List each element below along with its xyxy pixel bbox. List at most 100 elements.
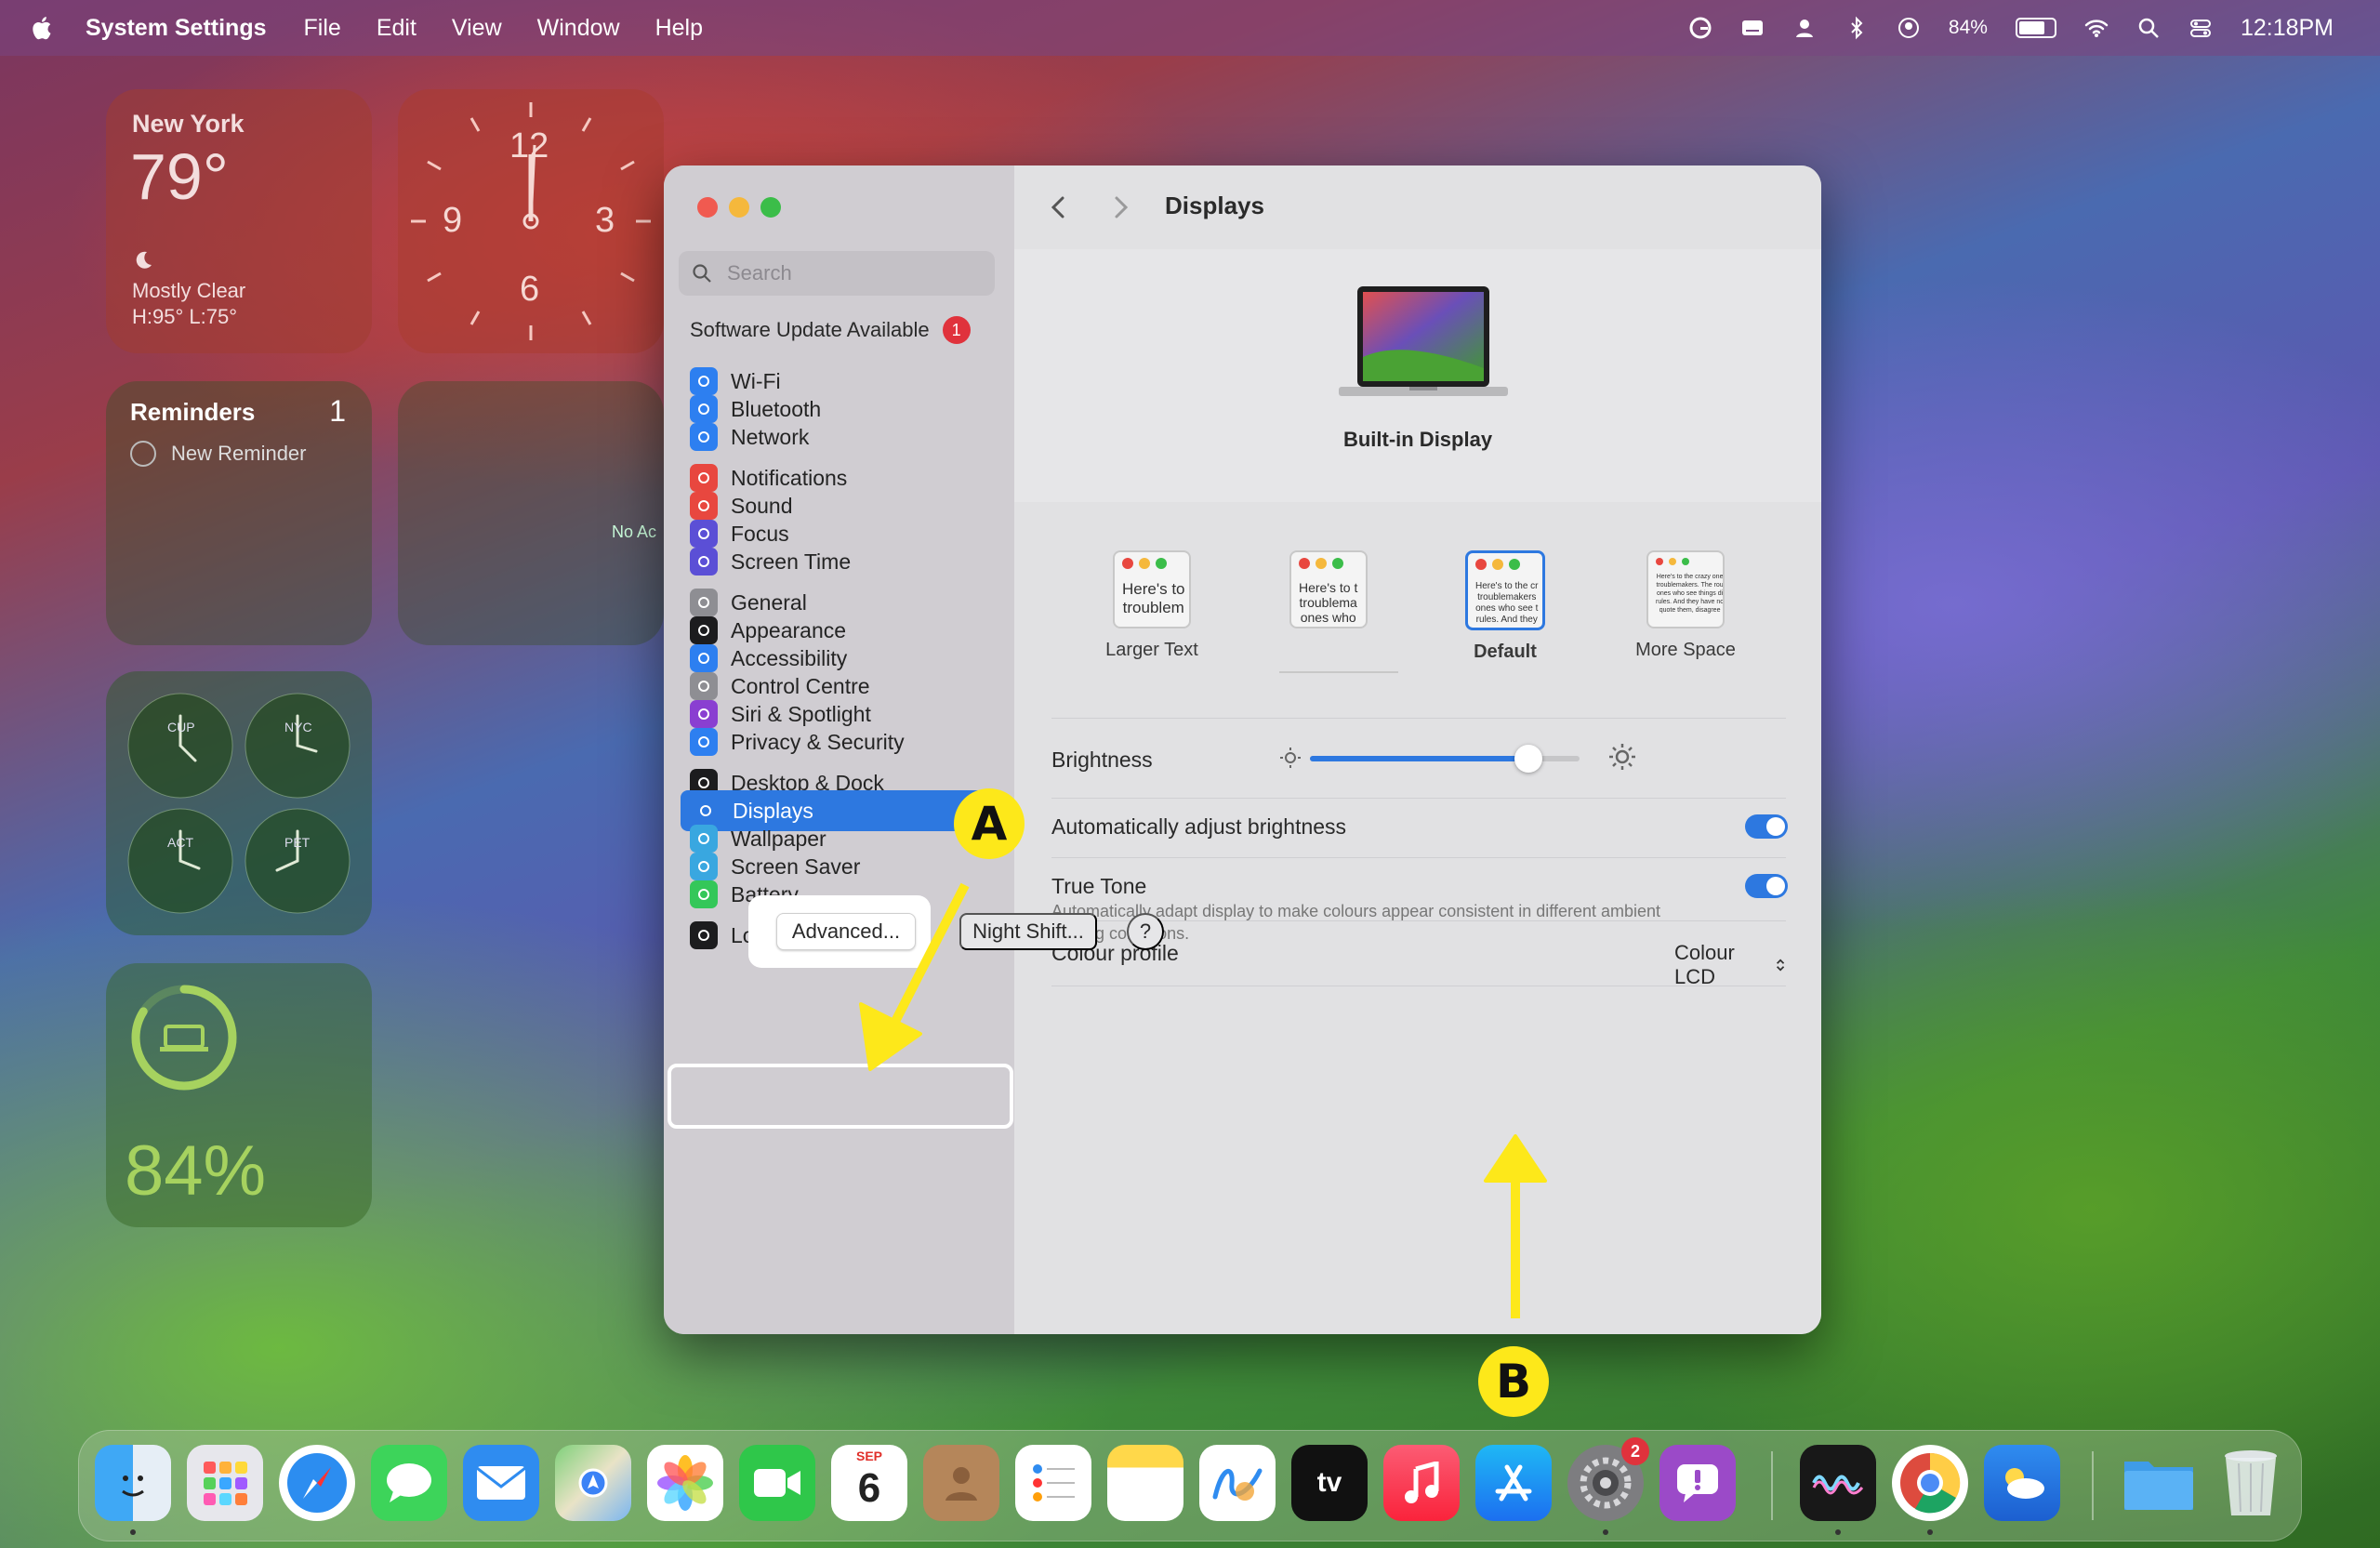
- audio-app-icon[interactable]: [1800, 1445, 1876, 1521]
- grammarly-icon[interactable]: [1688, 16, 1712, 40]
- music-icon[interactable]: [1383, 1445, 1460, 1521]
- weather-app-icon[interactable]: [1984, 1445, 2060, 1521]
- menu-window[interactable]: Window: [537, 15, 620, 42]
- keyboard-icon[interactable]: [1740, 16, 1765, 40]
- wifi-icon[interactable]: [2084, 16, 2109, 40]
- menu-file[interactable]: File: [304, 15, 341, 42]
- battery-icon[interactable]: [2015, 18, 2056, 38]
- folder-icon[interactable]: [2121, 1445, 2197, 1521]
- user-icon[interactable]: [1792, 16, 1817, 40]
- software-update-row[interactable]: Software Update Available 1: [690, 316, 971, 344]
- tv-icon[interactable]: tv: [1291, 1445, 1368, 1521]
- menu-help[interactable]: Help: [655, 15, 703, 42]
- brightness-label: Brightness: [1051, 748, 1153, 772]
- clock-number-3: 3: [595, 201, 615, 240]
- brightness-slider-fill: [1310, 756, 1528, 761]
- true-tone-label: True Tone: [1051, 874, 1147, 898]
- mail-icon[interactable]: [463, 1445, 539, 1521]
- contacts-icon[interactable]: [923, 1445, 999, 1521]
- reminder-item-label: New Reminder: [171, 442, 307, 465]
- advanced-button[interactable]: Advanced...: [776, 913, 916, 950]
- reminders-app-icon[interactable]: [1015, 1445, 1091, 1521]
- sidebar-search[interactable]: [679, 251, 995, 296]
- macbook-display-icon[interactable]: [1339, 283, 1508, 404]
- resolution-more-space[interactable]: Here's to the crazy one troublemakers. T…: [1630, 550, 1741, 661]
- resolution-option-2[interactable]: Here's to t troublema ones who: [1273, 550, 1384, 640]
- lock-icon: [690, 921, 718, 949]
- menu-edit[interactable]: Edit: [377, 15, 416, 42]
- launchpad-icon[interactable]: [187, 1445, 263, 1521]
- search-input[interactable]: [725, 260, 980, 286]
- night-shift-button[interactable]: Night Shift...: [959, 913, 1097, 950]
- sidebar-item-label: Privacy & Security: [731, 729, 905, 754]
- true-tone-toggle[interactable]: [1745, 874, 1788, 898]
- chrome-icon[interactable]: [1892, 1445, 1968, 1521]
- resolution-default[interactable]: Here's to the cr troublemakers ones who …: [1449, 550, 1561, 663]
- resolution-preview-text: Here's to t troublema ones who: [1299, 580, 1358, 625]
- resolution-preview-text: Here's to the cr troublemakers ones who …: [1475, 581, 1539, 625]
- maps-icon[interactable]: [555, 1445, 631, 1521]
- weather-high-low: H:95° L:75°: [132, 305, 237, 328]
- world-clock-widget[interactable]: CUP NYC ACT PET: [106, 671, 372, 935]
- tv-app-label: tv: [1316, 1467, 1342, 1498]
- app-store-icon[interactable]: [1475, 1445, 1552, 1521]
- notes-icon[interactable]: [1107, 1445, 1183, 1521]
- facetime-icon[interactable]: [739, 1445, 815, 1521]
- calendar-icon[interactable]: SEP 6: [831, 1445, 907, 1521]
- control-centre-icon[interactable]: [2188, 16, 2213, 40]
- close-window-button[interactable]: [697, 197, 718, 218]
- apple-menu-icon[interactable]: [30, 15, 52, 41]
- running-indicator: [1603, 1529, 1608, 1535]
- spotlight-search-icon[interactable]: [2136, 16, 2161, 40]
- minimize-window-button[interactable]: [729, 197, 749, 218]
- messages-icon[interactable]: [371, 1445, 447, 1521]
- settings-notification-badge: 2: [1621, 1437, 1649, 1465]
- search-icon: [693, 264, 711, 283]
- safari-icon[interactable]: [279, 1445, 355, 1521]
- resolution-label: Default: [1474, 642, 1537, 662]
- photos-icon[interactable]: [647, 1445, 723, 1521]
- world-clock-faces: [127, 693, 350, 914]
- brightness-slider-knob[interactable]: [1514, 745, 1542, 773]
- trash-icon[interactable]: [2213, 1445, 2289, 1521]
- sidebar-item-network[interactable]: Network: [690, 417, 1006, 457]
- dock: SEP 6 tv 2: [78, 1430, 2302, 1541]
- reminders-widget[interactable]: Reminders 1 New Reminder: [106, 381, 372, 645]
- help-button[interactable]: ?: [1127, 913, 1164, 950]
- auto-brightness-toggle[interactable]: [1745, 814, 1788, 839]
- update-badge: 1: [942, 316, 971, 344]
- weather-temperature: 79°: [130, 140, 229, 213]
- blank-widget[interactable]: No Ac: [398, 381, 664, 645]
- forward-chevron-icon[interactable]: [1107, 193, 1133, 221]
- callout-b: B: [1478, 1346, 1549, 1417]
- finder-icon[interactable]: [95, 1445, 171, 1521]
- account-circle-icon[interactable]: [1897, 16, 1921, 40]
- clock-number-9: 9: [443, 201, 463, 240]
- clock-widget[interactable]: 12 3 6 9: [398, 89, 664, 353]
- hand-icon: [690, 728, 718, 756]
- divider: [1051, 798, 1786, 799]
- colour-profile-select[interactable]: Colour LCD: [1674, 941, 1786, 989]
- app-name-menu[interactable]: System Settings: [86, 15, 267, 42]
- zoom-window-button[interactable]: [760, 197, 781, 218]
- resolution-preview-thumb: Here's to troublem: [1113, 550, 1191, 628]
- system-settings-icon[interactable]: 2: [1567, 1437, 1649, 1521]
- battery-widget[interactable]: 84%: [106, 963, 372, 1227]
- menubar-clock[interactable]: 12:18PM: [2241, 15, 2334, 42]
- sidebar-item-privacy-security[interactable]: Privacy & Security: [690, 721, 1006, 762]
- battery-ring: [131, 985, 237, 1091]
- reminder-item[interactable]: New Reminder: [130, 441, 307, 467]
- system-settings-window: Software Update Available 1 Wi-FiBluetoo…: [664, 165, 1821, 1334]
- back-chevron-icon[interactable]: [1046, 193, 1072, 221]
- sidebar-item-screen-time[interactable]: Screen Time: [690, 541, 1006, 582]
- divider: [1051, 857, 1786, 858]
- brightness-slider[interactable]: [1310, 745, 1580, 773]
- resolution-larger-text[interactable]: Here's to troublem Larger Text: [1096, 550, 1208, 661]
- menu-view[interactable]: View: [452, 15, 502, 42]
- globe-icon: [690, 423, 718, 451]
- weather-widget[interactable]: New York 79° Mostly Clear H:95° L:75°: [106, 89, 372, 353]
- reminder-checkbox[interactable]: [130, 441, 156, 467]
- bluetooth-icon[interactable]: [1844, 16, 1869, 40]
- feedback-assistant-icon[interactable]: [1659, 1445, 1736, 1521]
- freeform-icon[interactable]: [1199, 1445, 1276, 1521]
